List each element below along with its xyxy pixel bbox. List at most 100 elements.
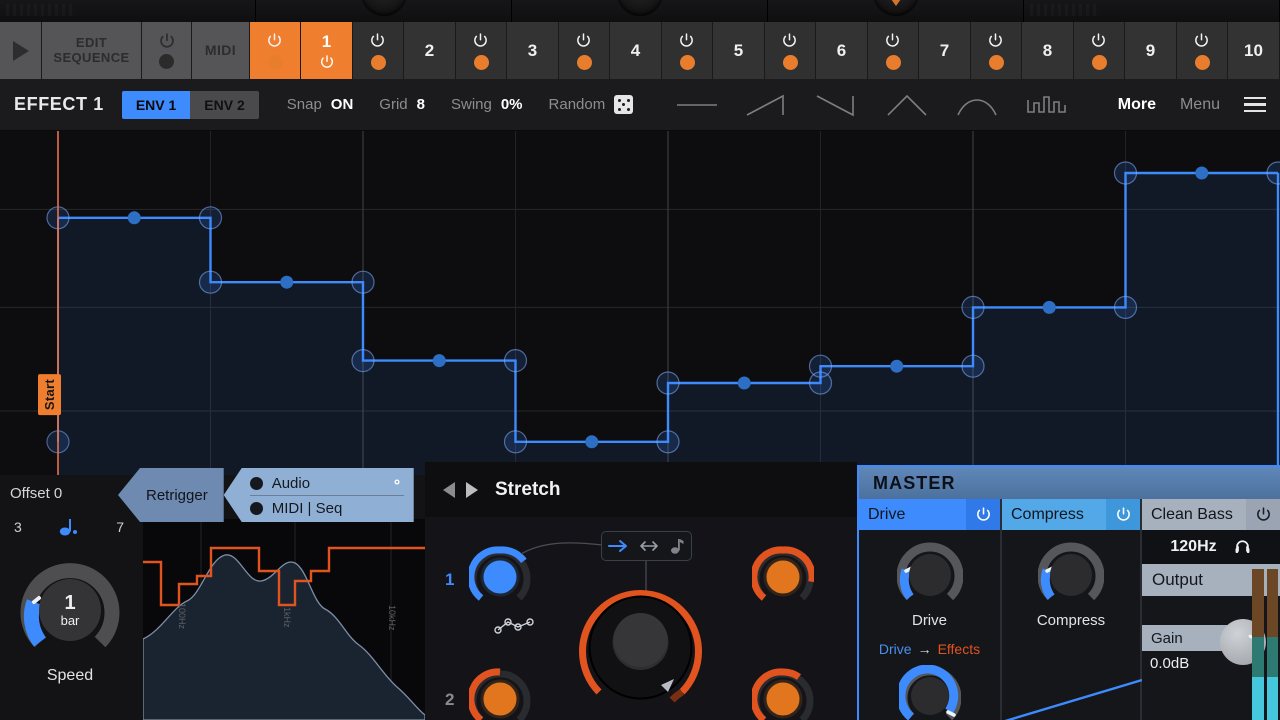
flat-line-icon[interactable] [673, 92, 721, 118]
step-button-3[interactable]: 3 [507, 22, 559, 79]
curve-points-icon[interactable] [493, 614, 537, 636]
stretch-mode-selector[interactable] [601, 531, 692, 561]
random-control[interactable]: Random [549, 95, 634, 114]
drive-knob[interactable] [896, 542, 963, 608]
envelope-node-handle[interactable] [351, 349, 375, 373]
arrow-both-mode-icon[interactable] [638, 538, 660, 554]
headphone-icon[interactable] [1233, 538, 1252, 557]
envelope-node-handle[interactable] [351, 270, 375, 294]
tab-env-1[interactable]: ENV 1 [121, 90, 191, 119]
retrigger-selector[interactable]: Retrigger Audio MIDI | Seq [118, 468, 414, 522]
top-knob[interactable] [616, 0, 663, 16]
step-button-4[interactable]: 4 [610, 22, 662, 79]
gear-icon[interactable] [389, 474, 405, 490]
envelope-node-handle[interactable] [503, 430, 528, 454]
step-power-10[interactable] [1177, 22, 1228, 79]
snap-control[interactable]: Snap ON [287, 96, 354, 113]
clean-bass-power-button[interactable] [1246, 499, 1280, 530]
envelope-midpoint-handle[interactable] [890, 359, 904, 373]
tab-env-2[interactable]: ENV 2 [190, 90, 259, 119]
envelope-node-handle[interactable] [198, 206, 223, 230]
drive-knob-secondary[interactable] [898, 665, 961, 720]
step-random-icon[interactable] [1023, 92, 1071, 118]
more-button[interactable]: More [1118, 96, 1156, 114]
step-button-6[interactable]: 6 [816, 22, 868, 79]
stretch-knob-1[interactable] [469, 546, 531, 608]
ramp-up-icon[interactable] [743, 92, 791, 118]
envelope-midpoint-handle[interactable] [432, 354, 446, 368]
step-button-2[interactable]: 2 [404, 22, 456, 79]
swing-control[interactable]: Swing 0% [451, 96, 523, 113]
envelope-midpoint-handle[interactable] [1042, 300, 1056, 314]
next-preset-icon[interactable] [466, 481, 478, 498]
step-button-8[interactable]: 8 [1022, 22, 1074, 79]
envelope-node-handle[interactable] [198, 270, 223, 294]
compress-power-button[interactable] [1106, 499, 1140, 530]
envelope-node-handle[interactable] [503, 349, 528, 373]
start-marker-label[interactable]: Start [38, 374, 61, 416]
ramp-down-icon[interactable] [813, 92, 861, 118]
note-left-value[interactable]: 3 [14, 519, 22, 535]
retrigger-tag[interactable]: Retrigger [118, 468, 224, 522]
dice-icon[interactable] [614, 95, 634, 114]
envelope-node-handle[interactable] [656, 430, 680, 454]
step-power-5[interactable] [662, 22, 713, 79]
stretch-amount-knob[interactable] [573, 580, 708, 715]
step-button-1[interactable]: 1 [301, 22, 353, 79]
note-mode-icon[interactable] [670, 537, 686, 555]
retrigger-option-midi-seq[interactable]: MIDI | Seq [249, 496, 404, 520]
step-power-4[interactable] [559, 22, 610, 79]
edit-sequence-button[interactable]: EDIT SEQUENCE [42, 22, 142, 79]
prev-preset-icon[interactable] [443, 481, 455, 498]
envelope-editor[interactable]: Start [0, 131, 1280, 475]
clean-bass-name[interactable]: Clean Bass [1142, 499, 1246, 530]
envelope-midpoint-handle[interactable] [280, 275, 294, 289]
drive-routing[interactable]: Drive → Effects [859, 641, 1000, 657]
envelope-node-handle[interactable] [961, 295, 985, 319]
envelope-midpoint-handle[interactable] [127, 211, 141, 225]
dotted-note-icon[interactable] [58, 517, 80, 537]
triangle-icon[interactable] [883, 92, 931, 118]
arrow-right-mode-icon[interactable] [607, 538, 629, 554]
envelope-node-handle[interactable] [961, 354, 985, 378]
step-button-5[interactable]: 5 [713, 22, 765, 79]
envelope-node-handle[interactable] [1113, 161, 1138, 185]
step-power-6[interactable] [765, 22, 816, 79]
top-knob[interactable] [360, 0, 407, 16]
grid-control[interactable]: Grid 8 [379, 96, 425, 113]
eq-display[interactable]: 100Hz 1kHz 10kHz [143, 519, 425, 720]
tempo-knob-2[interactable] [752, 668, 814, 720]
envelope-midpoint-handle[interactable] [1195, 166, 1209, 180]
sequence-power-button[interactable] [142, 22, 192, 79]
compress-knob[interactable] [1038, 542, 1104, 608]
step-power-3[interactable] [456, 22, 507, 79]
step-power-2[interactable] [353, 22, 404, 79]
hump-curve-icon[interactable] [953, 92, 1001, 118]
stretch-knob-2[interactable] [469, 668, 531, 720]
tempo-knob[interactable] [752, 546, 814, 608]
step-button-9[interactable]: 9 [1125, 22, 1177, 79]
envelope-node-handle[interactable] [656, 371, 680, 395]
step-button-7[interactable]: 7 [919, 22, 971, 79]
crossover-frequency-row[interactable]: 120Hz [1142, 530, 1280, 564]
step-power-9[interactable] [1074, 22, 1125, 79]
envelope-canvas[interactable] [0, 131, 1280, 475]
envelope-midpoint-handle[interactable] [585, 435, 599, 449]
envelope-node-handle[interactable] [808, 354, 833, 378]
hamburger-icon[interactable] [1244, 96, 1266, 113]
step-button-10[interactable]: 10 [1228, 22, 1280, 79]
drive-name[interactable]: Drive [859, 499, 966, 530]
step-power-7[interactable] [868, 22, 919, 79]
menu-button[interactable]: Menu [1180, 96, 1220, 114]
offset-label[interactable]: Offset 0 [10, 485, 62, 502]
midi-button[interactable]: MIDI [192, 22, 250, 79]
speed-knob[interactable] [20, 560, 120, 660]
drive-power-button[interactable] [966, 499, 1000, 530]
play-button[interactable] [0, 22, 42, 79]
compress-name[interactable]: Compress [1002, 499, 1106, 530]
step-power-8[interactable] [971, 22, 1022, 79]
retrigger-option-audio[interactable]: Audio [249, 471, 404, 495]
envelope-node-handle[interactable] [1113, 295, 1138, 319]
envelope-midpoint-handle[interactable] [737, 376, 751, 390]
step-power-1[interactable] [250, 22, 301, 79]
